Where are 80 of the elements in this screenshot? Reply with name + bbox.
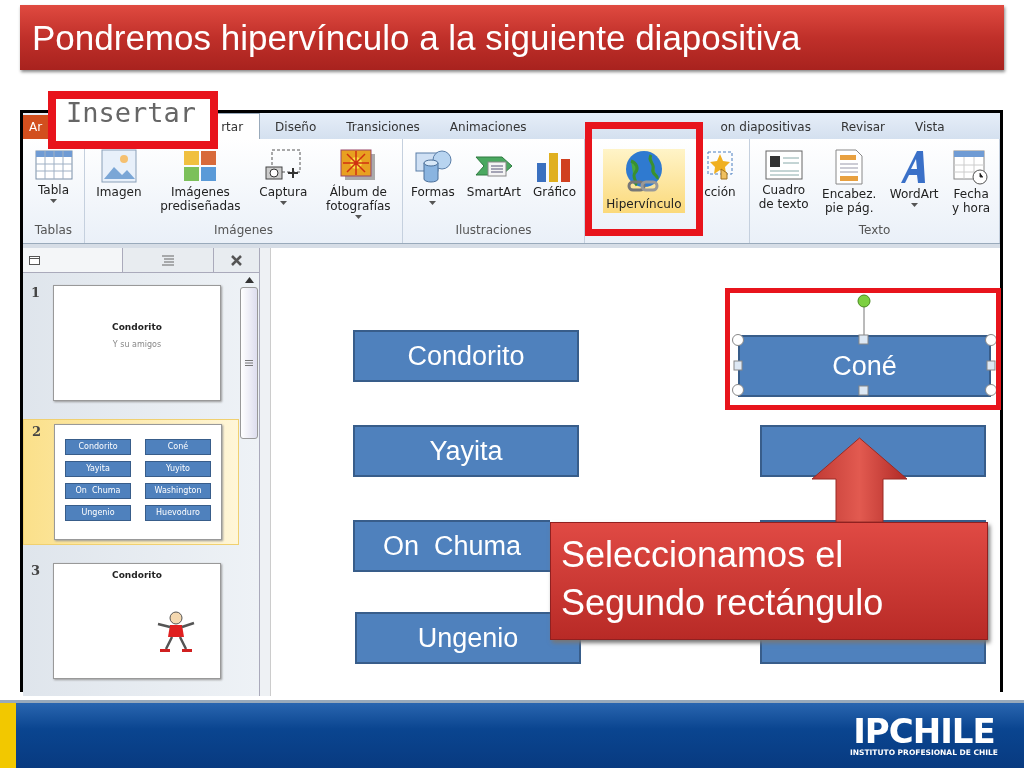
ribbon-tab[interactable]: Diseño [260, 115, 332, 139]
slide-shape[interactable]: Yayita [353, 425, 579, 477]
camera-icon [264, 149, 303, 183]
slide-thumbnail[interactable]: Condorito Coné Yayita Yuyito On Chuma Washington Ungenio Huevoduro [54, 424, 222, 540]
text-box-icon [764, 149, 803, 181]
slide-shape[interactable]: On Chuma [353, 520, 550, 572]
caret-icon[interactable] [279, 201, 287, 205]
slides-tab-icon[interactable] [29, 255, 40, 265]
shape-label: Ungenio [417, 622, 519, 654]
thumbnail-shape: Huevoduro [145, 505, 211, 521]
thumbnail-shape: Coné [145, 439, 211, 455]
grip-icon [245, 360, 253, 366]
ribbon-button[interactable]: Captura [256, 149, 311, 207]
thumbnail-subtitle: Y su amigos [112, 340, 162, 349]
caret-icon[interactable] [354, 215, 362, 219]
caret-icon[interactable] [429, 201, 437, 205]
ribbon-button[interactable]: WordArt [886, 149, 942, 209]
slide-number: 2 [32, 424, 43, 439]
scroll-up-icon[interactable] [244, 277, 254, 283]
slide-number: 3 [31, 563, 42, 578]
thumbnail-shape: Ungenio [65, 505, 131, 521]
ribbon-button[interactable]: Cuadro de texto [755, 149, 812, 213]
highlight-label: Insertar [48, 91, 218, 149]
photo-album-icon [339, 149, 378, 183]
ribbon-tab[interactable]: Ar [23, 115, 49, 139]
ribbon-tab[interactable]: Transiciones [331, 115, 435, 139]
slide-shape[interactable]: Condorito [353, 330, 579, 382]
thumbnail-title: Condorito [112, 570, 162, 580]
ribbon-button[interactable]: Álbum de fotografías [322, 149, 394, 221]
ribbon-tab[interactable]: rtar [216, 113, 261, 139]
shape-label: Coné [832, 350, 897, 382]
logo-text: IPCHILE [853, 714, 995, 748]
thumbnail-title: Condorito [112, 322, 162, 332]
footer-stripe [0, 703, 16, 768]
thumbnail-shape: Washington [145, 483, 211, 499]
ribbon-button[interactable]: Hipervínculo [603, 149, 685, 213]
caret-icon[interactable] [910, 203, 918, 207]
ribbon-tab[interactable]: on diapositivas [705, 115, 826, 139]
group-label: Tablas [34, 223, 73, 237]
document-icon [834, 149, 865, 185]
ribbon-button[interactable]: cción [701, 149, 739, 201]
slide-shape[interactable]: Coné [738, 335, 991, 397]
picture-icon [100, 149, 137, 183]
close-icon[interactable] [231, 254, 242, 266]
ribbon-button[interactable]: Fecha y hora [949, 149, 994, 217]
scrollbar-thumb[interactable] [240, 287, 258, 439]
ribbon-button[interactable]: SmartArt [463, 149, 524, 201]
thumbnail-shape: Condorito [65, 439, 131, 455]
thumbnail-shape: On Chuma [65, 483, 131, 499]
callout-tooltip: Seleccionamos el Segundo rectángulo [550, 522, 988, 640]
slide-thumbnail-row[interactable]: 3 Condorito [23, 559, 239, 683]
shape-label: Condorito [407, 340, 525, 372]
ribbon-button[interactable]: Tabla [31, 149, 76, 205]
slide-thumbnail[interactable]: Condorito Y su amigos [53, 285, 221, 401]
group-label: Texto [858, 223, 891, 237]
table-icon [34, 149, 73, 181]
thumbnail-shape: Yayita [65, 461, 131, 477]
slide-title: Pondremos hipervínculo a la siguiente diapositiva [32, 17, 801, 58]
slide-number: 1 [31, 285, 42, 300]
ribbon-button[interactable]: Imagen [93, 149, 145, 201]
caret-icon[interactable] [50, 199, 57, 203]
shapes-icon [413, 149, 452, 183]
shape-label: On Chuma [383, 530, 522, 562]
ribbon-tab[interactable]: Animaciones [434, 115, 542, 139]
slide-thumbnail-row[interactable]: 2 Condorito Coné Yayita Yuyito On Chuma Washington Ungenio Huevoduro [23, 419, 239, 545]
ribbon-tab[interactable]: Revisar [825, 115, 901, 139]
slide-thumbnail[interactable]: Condorito [53, 563, 221, 679]
shape-label: Yayita [429, 435, 503, 467]
ribbon-button[interactable]: Gráfico [529, 149, 579, 201]
ribbon-button[interactable]: Encabez. pie pág. [819, 149, 880, 217]
clipart-icon [182, 149, 219, 183]
group-label: Imágenes [214, 223, 273, 237]
slide-thumbnail-row[interactable]: 1 Condorito Y su amigos [23, 281, 239, 405]
group-label: Ilustraciones [455, 223, 532, 237]
ribbon-tab[interactable]: Vista [900, 115, 960, 139]
star-icon [704, 149, 735, 183]
ribbon-button[interactable]: Formas [408, 149, 458, 207]
calendar-icon [953, 149, 990, 185]
thumbnail-shape: Yuyito [145, 461, 211, 477]
ribbon-button[interactable]: Imágenes prediseñadas [157, 149, 244, 215]
